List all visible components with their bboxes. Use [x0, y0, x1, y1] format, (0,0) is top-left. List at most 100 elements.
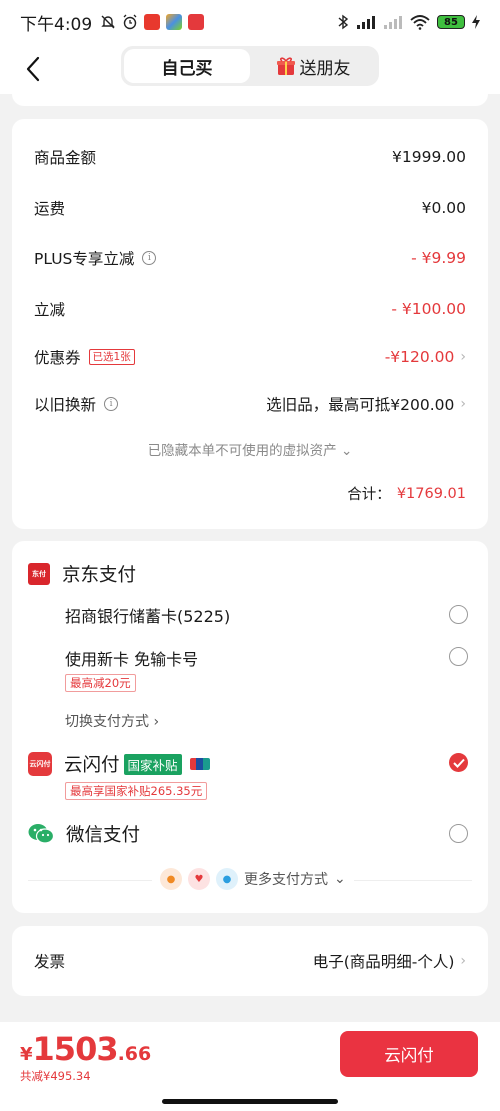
chevron-right-icon: ›: [460, 953, 466, 969]
status-system-icons: 85: [337, 14, 480, 30]
home-indicator[interactable]: [162, 1099, 338, 1104]
radio-cmb-debit[interactable]: [449, 605, 468, 624]
jd-pay-title: 京东支付: [62, 565, 137, 586]
row-total: 合计： ¥1769.01: [34, 483, 466, 504]
back-button[interactable]: [18, 52, 48, 86]
status-notification-icons: [100, 14, 205, 30]
more-payment-methods[interactable]: ● ♥ ● 更多支付方式 ⌄: [152, 868, 354, 890]
chevron-left-icon: [26, 56, 40, 82]
app-notify-icon-gallery: [166, 14, 183, 30]
signal-icon: [357, 16, 375, 29]
chevron-right-icon: ›: [153, 714, 160, 730]
order-summary-card: 商品金额 ¥1999.00 运费 ¥0.00 PLUS专享立减 i - ¥9.9…: [12, 119, 488, 529]
total-value: ¥1769.01: [396, 485, 466, 502]
unionpay-card-icon: [189, 758, 210, 770]
chevron-right-icon: ›: [460, 396, 466, 412]
purchase-mode-switch: 自己买 送朋友: [121, 46, 379, 86]
row-value: 选旧品，最高可抵¥200.00: [266, 396, 455, 414]
tab-gift-friend[interactable]: 送朋友: [250, 49, 376, 83]
total-saved: 共减¥495.34: [20, 1069, 91, 1083]
bluetooth-icon: [338, 14, 349, 30]
more-payment-label: 更多支付方式: [244, 872, 328, 888]
heart-pay-icon: ♥: [188, 868, 210, 890]
info-icon[interactable]: i: [104, 397, 119, 411]
chevron-right-icon: ›: [460, 349, 466, 365]
switch-payment-link[interactable]: 切换支付方式 ›: [65, 711, 159, 731]
row-label: 以旧换新: [34, 396, 97, 414]
union-pay-header[interactable]: 云闪付 云闪付 国家补贴: [28, 751, 210, 777]
hidden-assets-toggle[interactable]: 已隐藏本单不可使用的虚拟资产 ⌄: [12, 439, 488, 459]
battery-indicator: 85: [437, 15, 465, 29]
jd-pay-logo-icon: 东付: [28, 563, 50, 585]
radio-new-card[interactable]: [449, 647, 468, 666]
price-decimal: .66: [117, 1043, 152, 1065]
national-subsidy-tag: 国家补贴: [123, 753, 182, 775]
alarm-clock-icon: [123, 14, 137, 30]
invoice-value: 电子(商品明细-个人): [312, 953, 455, 971]
switch-link-label: 切换支付方式: [65, 714, 149, 730]
row-label: 商品金额: [34, 149, 97, 167]
nav-bar: 自己买 送朋友: [0, 44, 500, 94]
pay-option-label: 使用新卡 免输卡号: [65, 650, 199, 669]
row-invoice: 发票 电子(商品明细-个人) ›: [34, 950, 466, 972]
hidden-assets-text: 已隐藏本单不可使用的虚拟资产: [147, 443, 337, 459]
wifi-icon: [410, 15, 430, 30]
info-icon[interactable]: i: [142, 251, 157, 265]
app-notify-icon-shop: [188, 14, 205, 30]
row-value: ¥0.00: [421, 199, 466, 217]
payment-methods-card: 东付 京东支付 招商银行储蓄卡(5225) 使用新卡 免输卡号 最高减20元 切…: [12, 541, 488, 913]
total-label: 合计：: [347, 487, 391, 503]
row-goods-amount: 商品金额 ¥1999.00: [34, 146, 466, 168]
tab-label: 自己买: [161, 58, 213, 79]
status-bar: 下午4:09 85: [0, 0, 500, 44]
family-pay-icon: ●: [160, 868, 182, 890]
status-time: 下午4:09: [20, 14, 93, 35]
chevron-down-icon: ⌄: [334, 871, 346, 887]
row-label: PLUS专享立减: [34, 250, 135, 268]
union-pay-promo-badge: 最高享国家补贴265.35元: [65, 782, 208, 800]
row-value: - ¥9.99: [411, 249, 466, 267]
charging-icon: [472, 15, 480, 29]
row-trade-in[interactable]: 以旧换新 i 选旧品，最高可抵¥200.00 ›: [34, 393, 466, 415]
row-coupon[interactable]: 优惠券 已选1张 -¥120.00 ›: [34, 346, 466, 368]
radio-wechat-pay[interactable]: [449, 824, 468, 843]
pay-option-cmb-debit[interactable]: 招商银行储蓄卡(5225): [65, 603, 468, 627]
row-value: ¥1999.00: [392, 148, 466, 166]
wechat-logo-icon: [28, 824, 54, 844]
signal-weak-icon: [384, 16, 402, 29]
jd-pay-header: 东付 京东支付: [28, 561, 136, 587]
union-pay-logo-icon: 云闪付: [28, 752, 52, 776]
currency-symbol: ¥: [20, 1044, 33, 1065]
pay-button[interactable]: 云闪付: [340, 1031, 478, 1077]
row-instant-discount: 立减 - ¥100.00: [34, 298, 466, 320]
row-label: 优惠券: [34, 349, 81, 367]
final-price: ¥ 1503 .66: [20, 1030, 151, 1068]
row-plus-discount: PLUS专享立减 i - ¥9.99: [34, 247, 466, 269]
tab-buy-for-self[interactable]: 自己买: [124, 49, 250, 83]
row-value: -¥120.00: [384, 348, 455, 366]
pay-option-label: 招商银行储蓄卡(5225): [65, 607, 231, 626]
wechat-pay-header[interactable]: 微信支付: [28, 821, 140, 847]
union-pay-title: 云闪付: [64, 755, 120, 776]
gift-icon: [276, 57, 295, 75]
row-shipping: 运费 ¥0.00: [34, 197, 466, 219]
tab-label: 送朋友: [299, 58, 351, 79]
coupon-selected-badge: 已选1张: [88, 349, 135, 365]
app-notify-icon-red: [144, 14, 161, 30]
row-label: 运费: [34, 200, 66, 218]
row-value: - ¥100.00: [391, 300, 466, 318]
radio-union-pay[interactable]: [449, 753, 468, 772]
check-icon: [452, 758, 465, 768]
wechat-pay-title: 微信支付: [66, 825, 141, 846]
checkout-bar: ¥ 1503 .66 共减¥495.34 云闪付: [0, 1022, 500, 1111]
price-integer: 1503: [32, 1030, 119, 1068]
mute-bell-icon: [101, 15, 115, 29]
address-card-bottom: [12, 94, 488, 106]
invoice-card[interactable]: 发票 电子(商品明细-个人) ›: [12, 926, 488, 996]
promo-badge: 最高减20元: [65, 674, 136, 692]
pay-option-new-card[interactable]: 使用新卡 免输卡号: [65, 646, 468, 670]
invoice-label: 发票: [34, 953, 66, 971]
row-label: 立减: [34, 301, 66, 319]
chevron-down-icon: ⌄: [340, 443, 353, 459]
qq-pay-icon: ●: [216, 868, 238, 890]
